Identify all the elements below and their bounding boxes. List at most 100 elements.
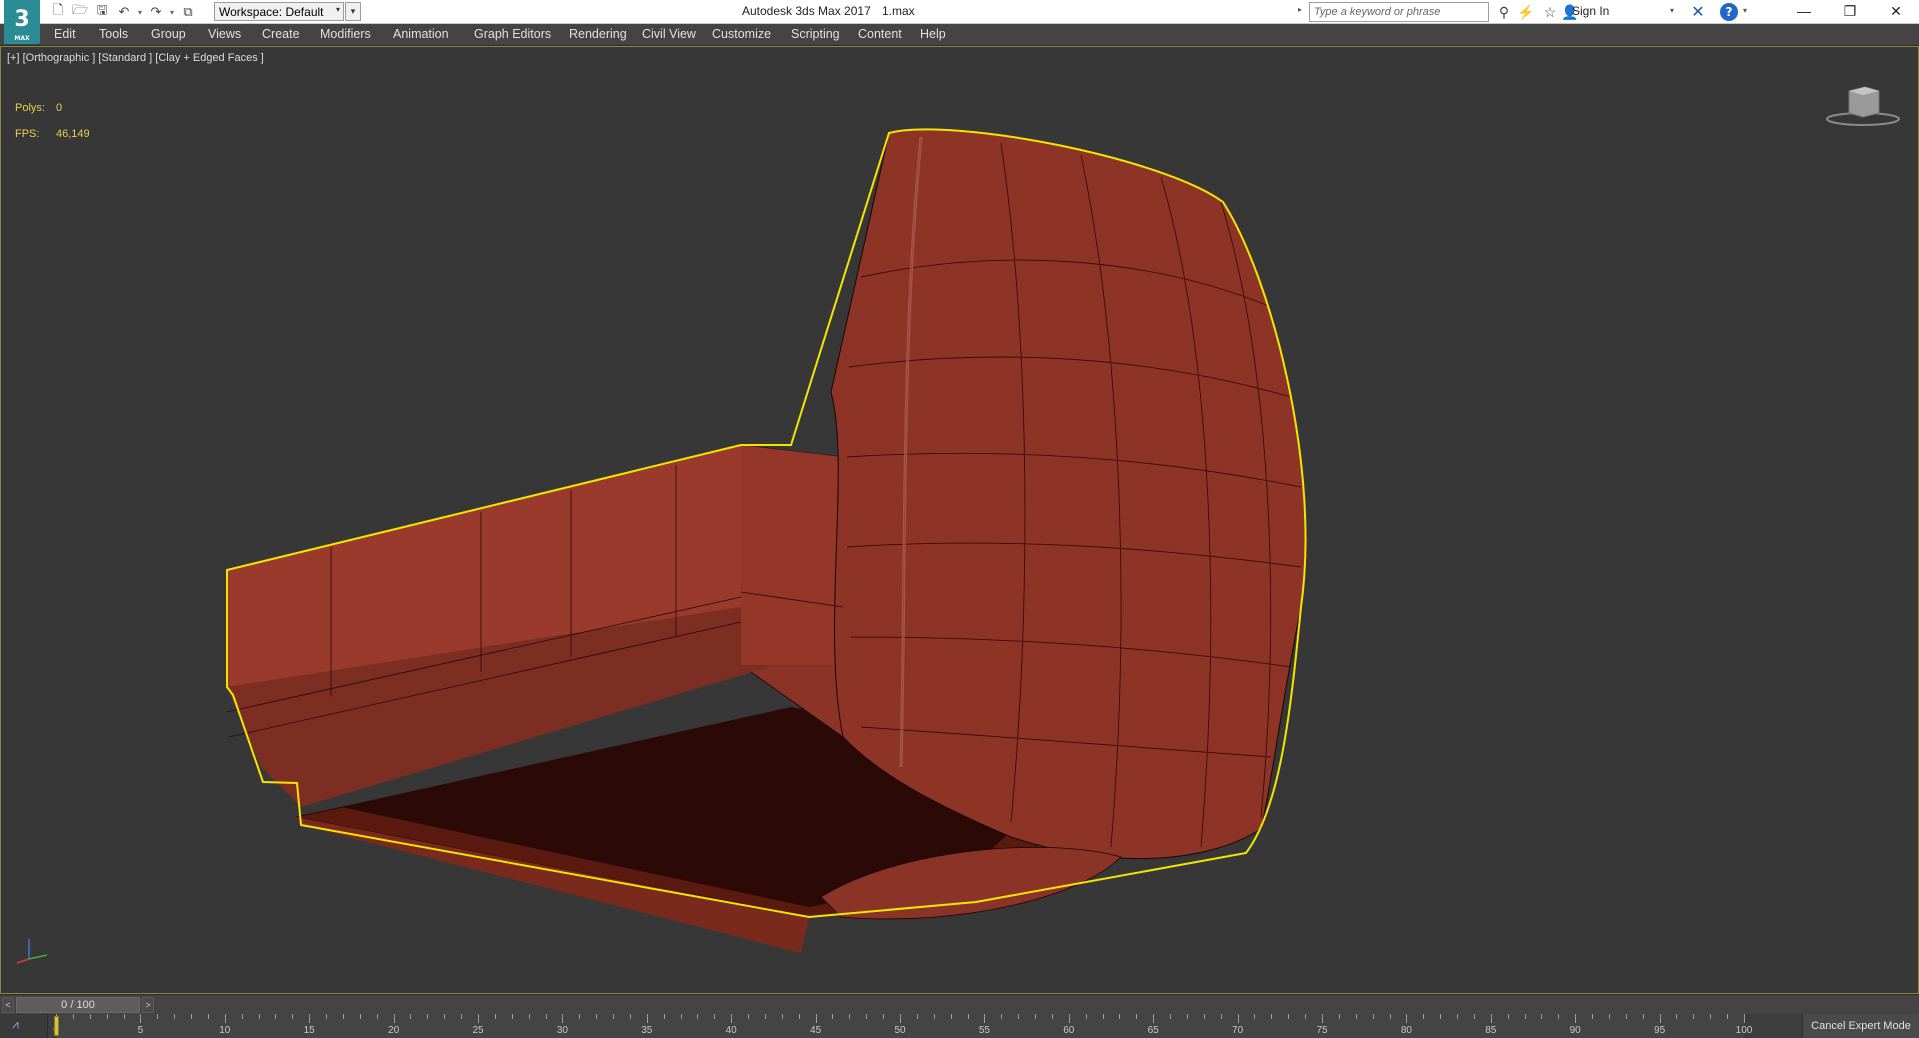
tick-mark [393,1014,395,1023]
tick-mark [1001,1014,1003,1019]
star-icon[interactable]: ☆ [1540,3,1560,21]
menu-modifiers[interactable]: Modifiers [320,27,371,41]
tick-mark [764,1014,766,1019]
tick-mark [1305,1014,1307,1019]
tick-mark [967,1014,969,1019]
tick-mark [494,1014,496,1019]
tick-mark [89,1014,91,1019]
tick-mark [1541,1014,1543,1019]
app-logo-button[interactable]: 3 MAX [4,0,40,44]
restore-icon[interactable]: ❐ [1827,0,1873,24]
tick-mark [883,1014,885,1019]
menu-rendering[interactable]: Rendering [569,27,627,41]
tick-label: 30 [556,1025,568,1036]
time-slider-bar: < 0 / 100 > [0,994,1919,1014]
tick-mark [1136,1014,1138,1019]
tick-label: 15 [303,1025,315,1036]
menu-graph-editors[interactable]: Graph Editors [474,27,551,41]
subscription-icon[interactable]: ⚡ [1516,3,1536,21]
window-title: Autodesk 3ds Max 2017 [742,4,871,18]
tick-label: 70 [1232,1025,1244,1036]
tick-mark [1355,1014,1357,1019]
tick-mark [1659,1014,1661,1023]
tick-mark [326,1014,328,1019]
menu-group[interactable]: Group [151,27,186,41]
tick-mark [933,1014,935,1019]
menu-help[interactable]: Help [920,27,946,41]
tick-mark [1203,1014,1205,1019]
workspace-dropdown[interactable]: Workspace: Default ▾ [214,2,344,21]
menu-tools[interactable]: Tools [99,27,128,41]
undo-icon[interactable]: ↶ [114,3,134,21]
tick-mark [1102,1014,1104,1019]
tick-mark [1575,1014,1577,1023]
tick-mark [1406,1014,1408,1023]
minimize-icon[interactable]: — [1781,0,1827,24]
tick-mark [258,1014,260,1019]
tick-mark [1507,1014,1509,1019]
tick-mark [1170,1014,1172,1019]
tick-mark [1744,1014,1745,1023]
time-slider[interactable]: 0 / 100 [16,997,140,1013]
save-icon[interactable]: 🖫 [92,2,112,21]
tick-label: 85 [1485,1025,1497,1036]
menu-content[interactable]: Content [858,27,902,41]
menu-civil-view[interactable]: Civil View [642,27,696,41]
tick-mark [781,1014,783,1019]
open-icon[interactable]: 🗁 [70,2,90,21]
tick-mark [528,1014,530,1019]
tick-label: 95 [1654,1025,1666,1036]
menu-views[interactable]: Views [208,27,241,41]
help-icon[interactable]: ? [1720,3,1738,21]
next-frame-button[interactable]: > [142,997,154,1013]
tick-mark [1524,1014,1526,1019]
close-icon[interactable]: ✕ [1873,0,1919,24]
tick-mark [579,1014,581,1019]
perspective-viewport[interactable]: [+] [Orthographic ] [Standard ] [Clay + … [0,46,1919,994]
prev-frame-button[interactable]: < [2,997,14,1013]
chevron-down-icon[interactable]: ▾ [1670,6,1674,15]
chair-model[interactable] [1,47,1918,993]
undo-dropdown-icon[interactable]: ▾ [136,8,144,17]
tick-mark [984,1014,986,1023]
tick-mark [1119,1014,1121,1019]
menu-customize[interactable]: Customize [712,27,771,41]
tick-mark [410,1014,412,1019]
tick-mark [1676,1014,1678,1019]
sign-in-button[interactable]: Sign In [1572,4,1609,18]
curve-editor-icon: ⩘ [12,1017,19,1031]
tick-mark [275,1014,277,1019]
binoculars-icon[interactable]: ⚲ [1494,3,1514,21]
tick-mark [1271,1014,1273,1019]
new-icon[interactable]: 🗋 [48,2,68,21]
exchange-icon[interactable]: ✕ [1688,2,1708,22]
workspace-label: Workspace: Default [219,5,324,19]
search-input[interactable] [1309,2,1489,22]
timeline-ruler[interactable]: 0510152025303540455055606570758085909510… [53,1014,1752,1038]
tick-mark [1153,1014,1155,1023]
chevron-down-icon[interactable]: ▾ [1743,6,1747,15]
tick-label: 40 [725,1025,737,1036]
tick-mark [1372,1014,1374,1019]
tick-mark [697,1014,699,1019]
tick-mark [866,1014,868,1019]
menu-create[interactable]: Create [262,27,300,41]
menu-scripting[interactable]: Scripting [791,27,840,41]
menu-edit[interactable]: Edit [54,27,76,41]
tick-mark [359,1014,361,1019]
menu-animation[interactable]: Animation [393,27,449,41]
app-logo-text: 3 [14,7,30,32]
tick-mark [376,1014,378,1019]
cancel-expert-mode-button[interactable]: Cancel Expert Mode [1802,1014,1919,1038]
current-frame-marker[interactable] [54,1016,59,1036]
tick-mark [1642,1014,1644,1019]
tick-mark [646,1014,648,1023]
curve-editor-button[interactable]: ⩘ [0,1014,48,1038]
tick-mark [1237,1014,1239,1023]
expand-arrow-icon[interactable]: ▸ [1298,5,1306,14]
customize-quick-access-button[interactable]: ▾ [345,2,361,21]
project-icon[interactable]: ⧉ [178,3,198,21]
redo-icon[interactable]: ↷ [146,3,166,21]
redo-dropdown-icon[interactable]: ▾ [168,8,176,17]
tick-mark [1254,1014,1256,1019]
